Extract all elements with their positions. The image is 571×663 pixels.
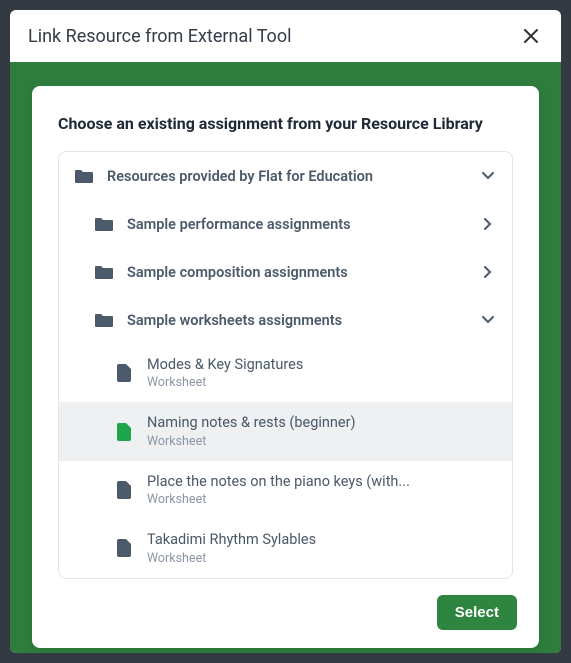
green-background: Choose an existing assignment from your … <box>10 62 561 653</box>
worksheet-item[interactable]: Modes & Key Signatures Worksheet <box>59 344 512 402</box>
item-title: Naming notes & rests (beginner) <box>147 414 356 431</box>
folder-icon <box>73 167 95 185</box>
folder-icon <box>93 263 115 281</box>
file-icon <box>113 364 135 382</box>
item-title: Place the notes on the piano keys (with.… <box>147 473 410 490</box>
file-icon <box>113 423 135 441</box>
resource-picker-card: Choose an existing assignment from your … <box>32 86 539 648</box>
item-subtitle: Worksheet <box>147 375 303 390</box>
folder-label: Sample worksheets assignments <box>127 312 478 329</box>
chevron-down-icon <box>478 310 498 330</box>
close-icon <box>524 29 538 43</box>
resize-handle[interactable] <box>547 652 559 653</box>
folder-root[interactable]: Resources provided by Flat for Education <box>59 152 512 200</box>
item-subtitle: Worksheet <box>147 551 316 566</box>
folder-sample-worksheets[interactable]: Sample worksheets assignments <box>59 296 512 344</box>
picker-heading: Choose an existing assignment from your … <box>32 86 539 151</box>
item-title: Modes & Key Signatures <box>147 356 303 373</box>
file-icon <box>113 481 135 499</box>
picker-footer: Select <box>32 579 539 648</box>
select-button[interactable]: Select <box>437 595 517 630</box>
link-resource-modal: Link Resource from External Tool Choose … <box>10 10 561 653</box>
folder-label: Resources provided by Flat for Education <box>107 168 478 185</box>
close-button[interactable] <box>519 24 543 48</box>
worksheet-item[interactable]: Place the notes on the piano keys (with.… <box>59 461 512 519</box>
folder-icon <box>93 311 115 329</box>
resource-tree: Resources provided by Flat for Education… <box>58 151 513 579</box>
item-subtitle: Worksheet <box>147 434 356 449</box>
folder-sample-performance[interactable]: Sample performance assignments <box>59 200 512 248</box>
folder-label: Sample performance assignments <box>127 216 478 233</box>
worksheet-item[interactable]: Naming notes & rests (beginner) Workshee… <box>59 402 512 460</box>
modal-title: Link Resource from External Tool <box>28 26 291 47</box>
folder-icon <box>93 215 115 233</box>
folder-label: Sample composition assignments <box>127 264 478 281</box>
modal-header: Link Resource from External Tool <box>10 10 561 62</box>
item-title: Takadimi Rhythm Sylables <box>147 531 316 548</box>
item-subtitle: Worksheet <box>147 492 410 507</box>
chevron-right-icon <box>478 214 498 234</box>
chevron-right-icon <box>478 262 498 282</box>
file-icon <box>113 539 135 557</box>
worksheet-item[interactable]: Takadimi Rhythm Sylables Worksheet <box>59 519 512 577</box>
chevron-down-icon <box>478 166 498 186</box>
folder-sample-composition[interactable]: Sample composition assignments <box>59 248 512 296</box>
